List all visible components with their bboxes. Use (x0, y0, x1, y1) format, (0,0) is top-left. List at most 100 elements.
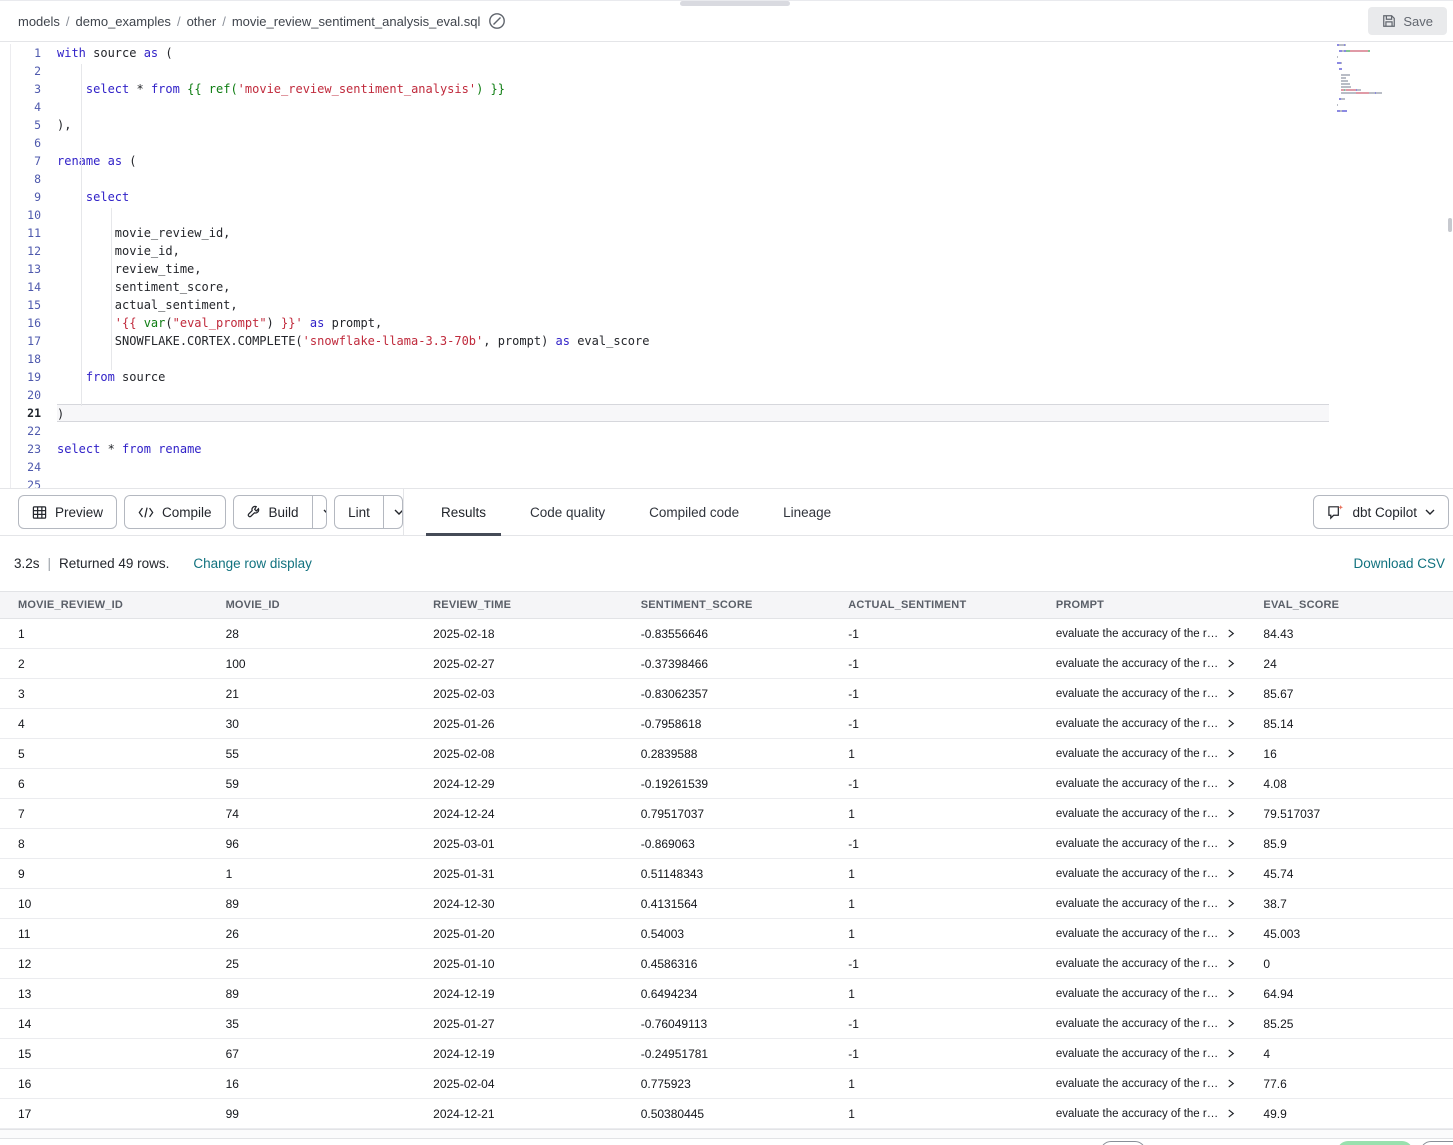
prompt-cell[interactable]: evaluate the accuracy of the res… (1038, 1048, 1246, 1060)
code-line[interactable]: 19 from source (11, 368, 1453, 386)
code-line[interactable]: 20 (11, 386, 1453, 404)
code-line[interactable]: 16 '{{ var("eval_prompt") }}' as prompt, (11, 314, 1453, 332)
footer-button-partial[interactable] (1100, 1141, 1146, 1145)
editor-scrollbar-thumb[interactable] (1448, 218, 1452, 232)
prompt-expand-chevron-icon[interactable] (1227, 899, 1235, 908)
cell: 2025-02-08 (415, 747, 623, 761)
prompt-expand-chevron-icon[interactable] (1227, 1079, 1235, 1088)
tab-compiled-code[interactable]: Compiled code (646, 488, 742, 536)
footer-button-partial[interactable] (1420, 1141, 1453, 1145)
prompt-preview-text: evaluate the accuracy of the res… (1056, 748, 1222, 760)
column-header-actual_sentiment[interactable]: ACTUAL_SENTIMENT (830, 599, 1038, 611)
code-line[interactable]: 4 (11, 98, 1453, 116)
editor-lines[interactable]: 1with source as (23 select * from {{ ref… (11, 44, 1453, 488)
prompt-cell[interactable]: evaluate the accuracy of the res… (1038, 868, 1246, 880)
code-line[interactable]: 10 (11, 206, 1453, 224)
prompt-expand-chevron-icon[interactable] (1227, 1049, 1235, 1058)
lint-dropdown-chevron[interactable] (383, 496, 403, 528)
code-line[interactable]: 2 (11, 62, 1453, 80)
prompt-expand-chevron-icon[interactable] (1227, 959, 1235, 968)
prompt-expand-chevron-icon[interactable] (1227, 929, 1235, 938)
table-header-row: MOVIE_REVIEW_IDMOVIE_IDREVIEW_TIMESENTIM… (0, 591, 1453, 619)
prompt-cell[interactable]: evaluate the accuracy of the res… (1038, 658, 1246, 670)
column-header-review_time[interactable]: REVIEW_TIME (415, 599, 623, 611)
footer-green-button-partial[interactable] (1337, 1141, 1413, 1145)
prompt-cell[interactable]: evaluate the accuracy of the res… (1038, 898, 1246, 910)
lint-button[interactable]: Lint (335, 496, 383, 528)
dbt-copilot-button[interactable]: dbt Copilot (1313, 495, 1449, 529)
line-number: 10 (11, 206, 57, 224)
prompt-expand-chevron-icon[interactable] (1227, 1109, 1235, 1118)
code-line[interactable]: 21) (11, 404, 1453, 422)
code-line[interactable]: 25 (11, 476, 1453, 488)
prompt-expand-chevron-icon[interactable] (1227, 689, 1235, 698)
prompt-cell[interactable]: evaluate the accuracy of the res… (1038, 808, 1246, 820)
prompt-cell[interactable]: evaluate the accuracy of the res… (1038, 1078, 1246, 1090)
copilot-label: dbt Copilot (1352, 505, 1417, 520)
code-line[interactable]: 22 (11, 422, 1453, 440)
cell: 28 (208, 627, 416, 641)
code-line[interactable]: 5), (11, 116, 1453, 134)
code-line[interactable]: 11 movie_review_id, (11, 224, 1453, 242)
code-line[interactable]: 24 (11, 458, 1453, 476)
prompt-expand-chevron-icon[interactable] (1227, 989, 1235, 998)
tab-results[interactable]: Results (438, 488, 489, 536)
prompt-expand-chevron-icon[interactable] (1227, 749, 1235, 758)
code-line[interactable]: 12 movie_id, (11, 242, 1453, 260)
column-header-movie_review_id[interactable]: MOVIE_REVIEW_ID (0, 599, 208, 611)
column-header-movie_id[interactable]: MOVIE_ID (208, 599, 416, 611)
prompt-cell[interactable]: evaluate the accuracy of the res… (1038, 928, 1246, 940)
prompt-cell[interactable]: evaluate the accuracy of the res… (1038, 1108, 1246, 1120)
code-line[interactable]: 7rename as ( (11, 152, 1453, 170)
save-button[interactable]: Save (1368, 7, 1447, 35)
code-line[interactable]: 6 (11, 134, 1453, 152)
column-header-prompt[interactable]: PROMPT (1038, 599, 1246, 611)
change-row-display-link[interactable]: Change row display (193, 556, 312, 571)
editor-minimap[interactable] (1337, 44, 1447, 119)
code-line[interactable]: 8 (11, 170, 1453, 188)
tab-lineage[interactable]: Lineage (780, 488, 834, 536)
code-line[interactable]: 14 sentiment_score, (11, 278, 1453, 296)
code-line[interactable]: 17 SNOWFLAKE.CORTEX.COMPLETE('snowflake-… (11, 332, 1453, 350)
prompt-expand-chevron-icon[interactable] (1227, 719, 1235, 728)
build-dropdown-chevron[interactable] (312, 496, 328, 528)
prompt-expand-chevron-icon[interactable] (1227, 1019, 1235, 1028)
code-line[interactable]: 23select * from rename (11, 440, 1453, 458)
prompt-expand-chevron-icon[interactable] (1227, 779, 1235, 788)
cell: -1 (830, 657, 1038, 671)
prompt-expand-chevron-icon[interactable] (1227, 659, 1235, 668)
download-csv-link[interactable]: Download CSV (1353, 556, 1445, 571)
tab-code-quality[interactable]: Code quality (527, 488, 608, 536)
prompt-cell[interactable]: evaluate the accuracy of the res… (1038, 1018, 1246, 1030)
code-line[interactable]: 18 (11, 350, 1453, 368)
preview-button[interactable]: Preview (18, 495, 117, 529)
prompt-expand-chevron-icon[interactable] (1227, 629, 1235, 638)
code-line[interactable]: 3 select * from {{ ref('movie_review_sen… (11, 80, 1453, 98)
code-line[interactable]: 13 review_time, (11, 260, 1453, 278)
compile-button[interactable]: Compile (124, 495, 226, 529)
prompt-expand-chevron-icon[interactable] (1227, 809, 1235, 818)
prompt-cell[interactable]: evaluate the accuracy of the res… (1038, 778, 1246, 790)
cell: 0.2839588 (623, 747, 831, 761)
cell: -1 (830, 777, 1038, 791)
column-header-sentiment_score[interactable]: SENTIMENT_SCORE (623, 599, 831, 611)
code-line[interactable]: 1with source as ( (11, 44, 1453, 62)
prompt-expand-chevron-icon[interactable] (1227, 839, 1235, 848)
prompt-cell[interactable]: evaluate the accuracy of the res… (1038, 718, 1246, 730)
prompt-cell[interactable]: evaluate the accuracy of the res… (1038, 688, 1246, 700)
prompt-cell[interactable]: evaluate the accuracy of the res… (1038, 838, 1246, 850)
horizontal-scrollbar[interactable] (0, 1129, 1453, 1139)
prompt-expand-chevron-icon[interactable] (1227, 869, 1235, 878)
line-number: 1 (11, 44, 57, 62)
build-button[interactable]: Build (234, 496, 312, 528)
code-line[interactable]: 9 select (11, 188, 1453, 206)
prompt-cell[interactable]: evaluate the accuracy of the res… (1038, 958, 1246, 970)
code-line[interactable]: 15 actual_sentiment, (11, 296, 1453, 314)
top-scroll-pill[interactable] (680, 1, 790, 6)
prompt-cell[interactable]: evaluate the accuracy of the res… (1038, 748, 1246, 760)
prompt-cell[interactable]: evaluate the accuracy of the res… (1038, 628, 1246, 640)
prompt-cell[interactable]: evaluate the accuracy of the res… (1038, 988, 1246, 1000)
cell: 3 (0, 687, 208, 701)
code-editor[interactable]: 1with source as (23 select * from {{ ref… (0, 42, 1453, 488)
column-header-eval_score[interactable]: EVAL_SCORE (1245, 599, 1453, 611)
